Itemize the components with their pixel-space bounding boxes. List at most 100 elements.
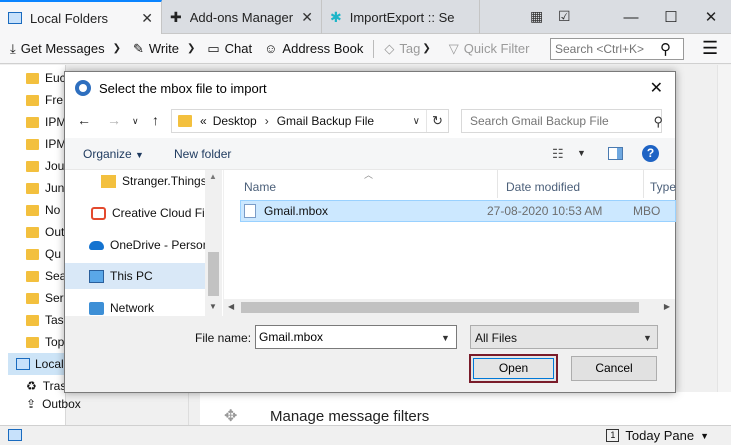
folder-icon (26, 314, 39, 326)
minimize-button[interactable]: — (611, 9, 651, 26)
breadcrumb[interactable]: « Desktop › Gmail Backup File ∨ ↻ (171, 109, 449, 133)
dialog-title: Select the mbox file to import (99, 80, 267, 96)
manage-filters-link[interactable]: Manage message filters (270, 408, 429, 425)
scroll-down-icon[interactable]: ▼ (209, 302, 217, 311)
online-status-icon[interactable] (8, 429, 22, 441)
close-tab-icon[interactable]: ✕ (135, 10, 153, 27)
chat-button[interactable]: ▭ Chat (201, 41, 258, 57)
write-button[interactable]: ✎ Write (127, 41, 185, 57)
tab-importexport[interactable]: ✱ ImportExport :: Se (322, 0, 480, 34)
folder-item[interactable]: Top (26, 331, 66, 353)
cancel-button[interactable]: Cancel (571, 356, 657, 381)
write-dropdown-icon[interactable]: ❯ (187, 43, 195, 54)
tab-label: Local Folders (30, 10, 109, 26)
folder-label: Fre (45, 93, 63, 107)
puzzle-icon: ✚ (170, 8, 182, 25)
folder-label: No (45, 203, 61, 217)
open-button[interactable]: Open (469, 354, 558, 383)
folder-item[interactable]: Tas (26, 309, 66, 331)
file-name-input[interactable] (255, 325, 457, 349)
nav-item-label: This PC (110, 269, 153, 283)
onedrive-cloud-icon (89, 240, 104, 250)
hamburger-menu-icon[interactable]: ☰ (702, 38, 718, 59)
preview-pane-icon[interactable] (608, 147, 623, 160)
help-icon[interactable]: ? (642, 145, 659, 162)
folder-item[interactable]: IPM (26, 111, 66, 133)
tag-button[interactable]: ◇ Tag ❯ (378, 41, 442, 57)
folder-item[interactable]: Jun (26, 177, 66, 199)
folder-item[interactable]: Sea (26, 265, 66, 287)
folder-item[interactable]: No (26, 199, 66, 221)
file-icon (244, 204, 256, 218)
tab-local-folders[interactable]: Local Folders ✕ (0, 0, 162, 34)
breadcrumb-gmail-backup[interactable]: Gmail Backup File (277, 114, 374, 128)
get-messages-dropdown-icon[interactable]: ❯ (113, 43, 121, 54)
calendar-icon[interactable]: ▦ (530, 8, 546, 24)
column-header-name[interactable]: ︿ Name (224, 170, 498, 198)
chevron-down-icon: ▼ (135, 150, 144, 160)
folder-item[interactable]: Fre (26, 89, 66, 111)
folder-label: Outbox (42, 397, 81, 411)
nav-item-network[interactable]: Network (65, 295, 207, 316)
chevron-down-icon[interactable]: ▼ (441, 333, 450, 343)
file-list-horizontal-scrollbar[interactable]: ◀ ▶ (223, 299, 675, 316)
chevron-down-icon[interactable]: ∨ (413, 116, 420, 127)
folder-item[interactable]: IPM (26, 133, 66, 155)
nav-item-onedrive[interactable]: OneDrive - Person (65, 232, 207, 258)
folder-item[interactable]: Jou (26, 155, 66, 177)
local-folders-root[interactable]: Local (8, 353, 66, 375)
folder-search-input[interactable] (461, 109, 662, 133)
folder-icon (26, 138, 39, 150)
folder-item[interactable]: Ser (26, 287, 66, 309)
scroll-thumb[interactable] (208, 252, 219, 296)
address-book-button[interactable]: ☺ Address Book (258, 41, 369, 56)
column-header-type[interactable]: Type (644, 170, 676, 198)
table-row[interactable]: Gmail.mbox 27-08-2020 10:53 AM MBO (240, 200, 676, 222)
folder-item[interactable]: Out (26, 221, 66, 243)
folder-item[interactable]: Qu (26, 243, 66, 265)
back-arrow-icon[interactable]: ← (77, 112, 91, 128)
nav-item-creative-cloud[interactable]: Creative Cloud Fil (65, 200, 207, 226)
organize-button[interactable]: Organize ▼ (83, 147, 144, 161)
recent-locations-chevron-icon[interactable]: ∨ (132, 116, 139, 127)
breadcrumb-desktop[interactable]: Desktop (213, 114, 257, 128)
folder-icon (26, 72, 39, 84)
chevron-down-icon[interactable]: ▼ (577, 148, 586, 158)
forward-arrow-icon[interactable]: → (107, 112, 121, 128)
up-arrow-icon[interactable]: ↑ (152, 112, 159, 128)
get-messages-button[interactable]: ⤓ Get Messages (0, 41, 111, 57)
column-headers: ︿ Name Date modified Type (224, 170, 676, 198)
nav-item-this-pc[interactable]: This PC (65, 263, 207, 289)
navigation-pane-scrollbar[interactable]: ▲ ▼ (205, 170, 222, 316)
chevron-down-icon[interactable]: ▼ (643, 333, 652, 343)
folder-icon (26, 116, 39, 128)
quick-filter-button[interactable]: ▽ Quick Filter (443, 41, 536, 57)
scroll-right-icon[interactable]: ▶ (664, 302, 670, 311)
dialog-close-button[interactable]: ✕ (650, 78, 663, 98)
maximize-button[interactable]: ☐ (651, 8, 691, 26)
new-folder-button[interactable]: New folder (174, 147, 231, 161)
today-pane-toggle[interactable]: 1 Today Pane ▼ (606, 428, 709, 443)
folder-item-outbox[interactable]: ⇪ Outbox (26, 397, 81, 411)
close-button[interactable]: ✕ (691, 8, 731, 26)
scroll-up-icon[interactable]: ▲ (209, 172, 217, 181)
column-header-date[interactable]: Date modified (498, 170, 644, 198)
refresh-icon[interactable]: ↻ (426, 110, 448, 132)
tag-dropdown-icon: ❯ (422, 43, 431, 54)
close-tab-icon[interactable]: ✕ (295, 9, 313, 26)
view-options-icon[interactable]: ☷ (552, 146, 564, 162)
main-scrollbar[interactable] (717, 65, 731, 392)
scroll-left-icon[interactable]: ◀ (228, 302, 234, 311)
file-type-select[interactable]: All Files (470, 325, 658, 349)
sort-ascending-icon: ︿ (364, 170, 374, 180)
tasks-icon[interactable]: ☑ (558, 8, 574, 24)
folder-label: IPM (45, 137, 66, 151)
breadcrumb-separator-icon[interactable]: › (265, 114, 269, 128)
nav-item-stranger-things[interactable]: Stranger.Things. (65, 170, 207, 194)
folder-icon (26, 226, 39, 238)
folder-item[interactable]: Euc (26, 67, 66, 89)
scroll-thumb[interactable] (241, 302, 639, 313)
tab-addons-manager[interactable]: ✚ Add-ons Manager ✕ (162, 0, 322, 34)
folder-label: Tas (45, 313, 64, 327)
folder-item-trash[interactable]: ♻ Tras (26, 375, 66, 397)
